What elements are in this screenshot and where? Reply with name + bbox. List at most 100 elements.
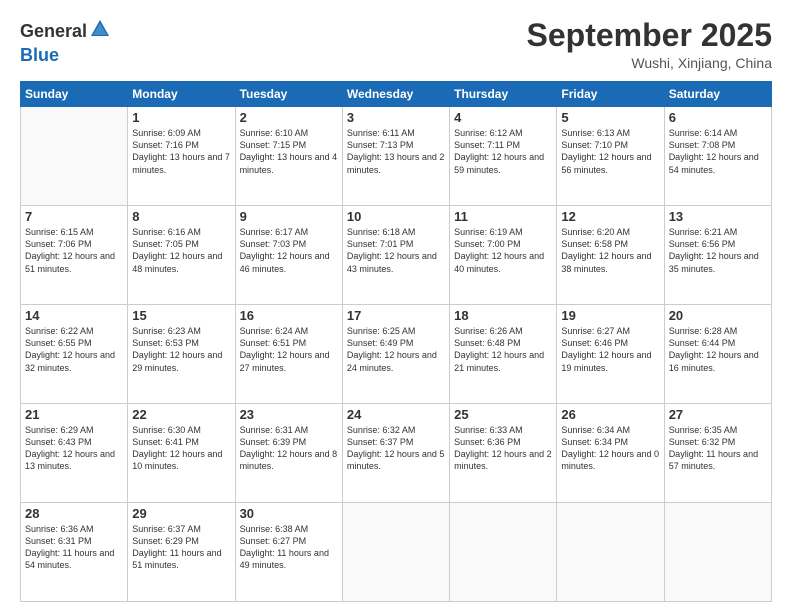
day-number: 27	[669, 407, 767, 422]
table-row: 21 Sunrise: 6:29 AM Sunset: 6:43 PM Dayli…	[21, 404, 128, 503]
table-row: 15 Sunrise: 6:23 AM Sunset: 6:53 PM Dayli…	[128, 305, 235, 404]
day-info: Sunrise: 6:30 AM Sunset: 6:41 PM Dayligh…	[132, 424, 230, 473]
day-number: 21	[25, 407, 123, 422]
day-info: Sunrise: 6:27 AM Sunset: 6:46 PM Dayligh…	[561, 325, 659, 374]
table-row: 22 Sunrise: 6:30 AM Sunset: 6:41 PM Dayli…	[128, 404, 235, 503]
calendar-week-row: 14 Sunrise: 6:22 AM Sunset: 6:55 PM Dayli…	[21, 305, 772, 404]
day-info: Sunrise: 6:16 AM Sunset: 7:05 PM Dayligh…	[132, 226, 230, 275]
table-row: 9 Sunrise: 6:17 AM Sunset: 7:03 PM Daylig…	[235, 206, 342, 305]
day-info: Sunrise: 6:11 AM Sunset: 7:13 PM Dayligh…	[347, 127, 445, 176]
day-info: Sunrise: 6:09 AM Sunset: 7:16 PM Dayligh…	[132, 127, 230, 176]
logo-icon	[89, 18, 111, 45]
day-number: 19	[561, 308, 659, 323]
day-info: Sunrise: 6:28 AM Sunset: 6:44 PM Dayligh…	[669, 325, 767, 374]
day-number: 5	[561, 110, 659, 125]
table-row: 3 Sunrise: 6:11 AM Sunset: 7:13 PM Daylig…	[342, 107, 449, 206]
table-row: 5 Sunrise: 6:13 AM Sunset: 7:10 PM Daylig…	[557, 107, 664, 206]
day-number: 22	[132, 407, 230, 422]
day-number: 13	[669, 209, 767, 224]
table-row: 19 Sunrise: 6:27 AM Sunset: 6:46 PM Dayli…	[557, 305, 664, 404]
day-info: Sunrise: 6:20 AM Sunset: 6:58 PM Dayligh…	[561, 226, 659, 275]
day-number: 29	[132, 506, 230, 521]
table-row: 29 Sunrise: 6:37 AM Sunset: 6:29 PM Dayli…	[128, 503, 235, 602]
day-number: 28	[25, 506, 123, 521]
table-row: 10 Sunrise: 6:18 AM Sunset: 7:01 PM Dayli…	[342, 206, 449, 305]
day-number: 4	[454, 110, 552, 125]
day-info: Sunrise: 6:25 AM Sunset: 6:49 PM Dayligh…	[347, 325, 445, 374]
table-row: 30 Sunrise: 6:38 AM Sunset: 6:27 PM Dayli…	[235, 503, 342, 602]
day-number: 1	[132, 110, 230, 125]
day-number: 15	[132, 308, 230, 323]
day-number: 7	[25, 209, 123, 224]
table-row: 18Sunrise: 6:26 AM Sunset: 6:48 PM Dayli…	[450, 305, 557, 404]
calendar-week-row: 7 Sunrise: 6:15 AM Sunset: 7:06 PM Daylig…	[21, 206, 772, 305]
table-row: 11 Sunrise: 6:19 AM Sunset: 7:00 PM Dayli…	[450, 206, 557, 305]
day-info: Sunrise: 6:13 AM Sunset: 7:10 PM Dayligh…	[561, 127, 659, 176]
day-info: Sunrise: 6:19 AM Sunset: 7:00 PM Dayligh…	[454, 226, 552, 275]
day-info: Sunrise: 6:22 AM Sunset: 6:55 PM Dayligh…	[25, 325, 123, 374]
day-info: Sunrise: 6:24 AM Sunset: 6:51 PM Dayligh…	[240, 325, 338, 374]
day-info: Sunrise: 6:34 AM Sunset: 6:34 PM Dayligh…	[561, 424, 659, 473]
logo-general-text: General	[20, 21, 87, 42]
day-info: Sunrise: 6:38 AM Sunset: 6:27 PM Dayligh…	[240, 523, 338, 572]
day-number: 10	[347, 209, 445, 224]
table-row: 13 Sunrise: 6:21 AM Sunset: 6:56 PM Dayli…	[664, 206, 771, 305]
day-info: Sunrise: 6:21 AM Sunset: 6:56 PM Dayligh…	[669, 226, 767, 275]
day-number: 6	[669, 110, 767, 125]
day-number: 12	[561, 209, 659, 224]
day-info: Sunrise: 6:23 AM Sunset: 6:53 PM Dayligh…	[132, 325, 230, 374]
day-number: 3	[347, 110, 445, 125]
day-number: 17	[347, 308, 445, 323]
day-number: 23	[240, 407, 338, 422]
table-row	[664, 503, 771, 602]
calendar-week-row: 28 Sunrise: 6:36 AM Sunset: 6:31 PM Dayli…	[21, 503, 772, 602]
day-number: 14	[25, 308, 123, 323]
logo: General Blue	[20, 18, 111, 66]
table-row	[342, 503, 449, 602]
table-row: 7 Sunrise: 6:15 AM Sunset: 7:06 PM Daylig…	[21, 206, 128, 305]
day-number: 30	[240, 506, 338, 521]
table-row: 1 Sunrise: 6:09 AM Sunset: 7:16 PM Daylig…	[128, 107, 235, 206]
day-info: Sunrise: 6:36 AM Sunset: 6:31 PM Dayligh…	[25, 523, 123, 572]
location: Wushi, Xinjiang, China	[527, 55, 772, 71]
col-sunday: Sunday	[21, 82, 128, 107]
day-info: Sunrise: 6:37 AM Sunset: 6:29 PM Dayligh…	[132, 523, 230, 572]
table-row: 25Sunrise: 6:33 AM Sunset: 6:36 PM Dayli…	[450, 404, 557, 503]
day-info: Sunrise: 6:32 AM Sunset: 6:37 PM Dayligh…	[347, 424, 445, 473]
day-number: 8	[132, 209, 230, 224]
day-info: Sunrise: 6:26 AM Sunset: 6:48 PM Dayligh…	[454, 325, 552, 374]
day-info: Sunrise: 6:17 AM Sunset: 7:03 PM Dayligh…	[240, 226, 338, 275]
table-row: 2Sunrise: 6:10 AM Sunset: 7:15 PM Daylig…	[235, 107, 342, 206]
day-info: Sunrise: 6:15 AM Sunset: 7:06 PM Dayligh…	[25, 226, 123, 275]
table-row	[450, 503, 557, 602]
table-row: 28 Sunrise: 6:36 AM Sunset: 6:31 PM Dayli…	[21, 503, 128, 602]
month-title: September 2025	[527, 18, 772, 53]
day-number: 11	[454, 209, 552, 224]
header: General Blue September 2025 Wushi, Xinji…	[20, 18, 772, 71]
col-saturday: Saturday	[664, 82, 771, 107]
day-number: 2	[240, 110, 338, 125]
day-number: 26	[561, 407, 659, 422]
day-info: Sunrise: 6:18 AM Sunset: 7:01 PM Dayligh…	[347, 226, 445, 275]
table-row: 20Sunrise: 6:28 AM Sunset: 6:44 PM Dayli…	[664, 305, 771, 404]
table-row: 14 Sunrise: 6:22 AM Sunset: 6:55 PM Dayli…	[21, 305, 128, 404]
day-info: Sunrise: 6:35 AM Sunset: 6:32 PM Dayligh…	[669, 424, 767, 473]
day-info: Sunrise: 6:29 AM Sunset: 6:43 PM Dayligh…	[25, 424, 123, 473]
day-number: 24	[347, 407, 445, 422]
day-number: 9	[240, 209, 338, 224]
title-area: September 2025 Wushi, Xinjiang, China	[527, 18, 772, 71]
table-row: 23Sunrise: 6:31 AM Sunset: 6:39 PM Dayli…	[235, 404, 342, 503]
col-tuesday: Tuesday	[235, 82, 342, 107]
table-row: 6Sunrise: 6:14 AM Sunset: 7:08 PM Daylig…	[664, 107, 771, 206]
col-wednesday: Wednesday	[342, 82, 449, 107]
table-row: 24 Sunrise: 6:32 AM Sunset: 6:37 PM Dayli…	[342, 404, 449, 503]
table-row: 17 Sunrise: 6:25 AM Sunset: 6:49 PM Dayli…	[342, 305, 449, 404]
table-row: 26 Sunrise: 6:34 AM Sunset: 6:34 PM Dayli…	[557, 404, 664, 503]
table-row: 8 Sunrise: 6:16 AM Sunset: 7:05 PM Daylig…	[128, 206, 235, 305]
col-thursday: Thursday	[450, 82, 557, 107]
table-row	[557, 503, 664, 602]
day-number: 25	[454, 407, 552, 422]
calendar-week-row: 1 Sunrise: 6:09 AM Sunset: 7:16 PM Daylig…	[21, 107, 772, 206]
table-row: 27 Sunrise: 6:35 AM Sunset: 6:32 PM Dayli…	[664, 404, 771, 503]
day-number: 16	[240, 308, 338, 323]
